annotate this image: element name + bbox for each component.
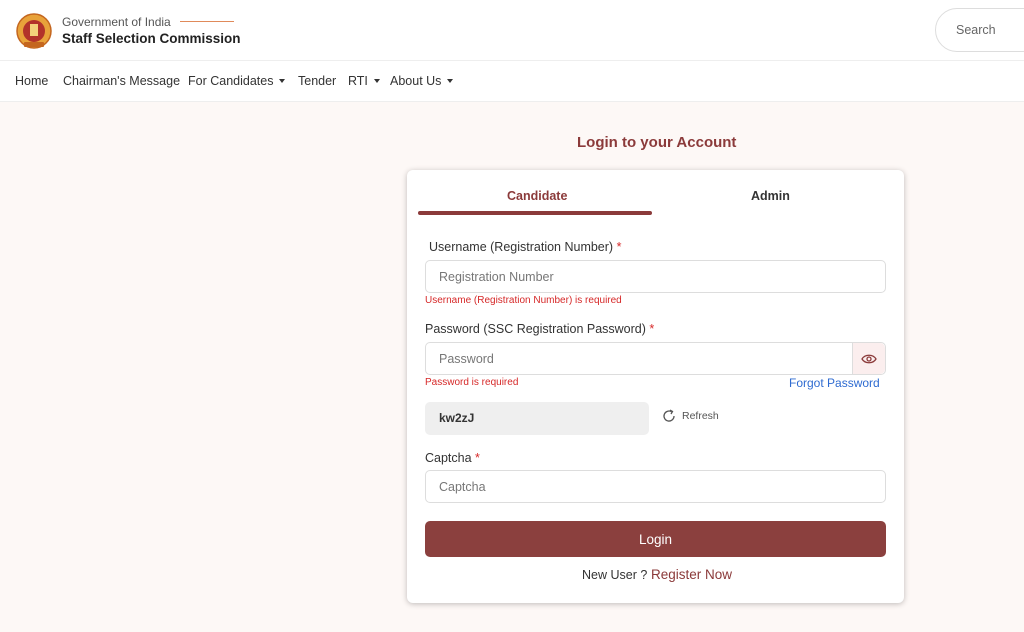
password-field[interactable] [425,342,886,375]
refresh-captcha-button[interactable]: Refresh [662,409,719,423]
required-mark: * [649,322,655,336]
chevron-down-icon [373,78,380,83]
show-password-button[interactable] [852,343,885,374]
org-name: Staff Selection Commission [62,31,241,46]
username-error: Username (Registration Number) is requir… [425,295,622,306]
captcha-code: kw2zJ [439,411,475,425]
username-field[interactable] [425,260,886,293]
nav-tender[interactable]: Tender [298,74,336,88]
captcha-label: Captcha * [425,451,480,465]
new-user-text: New User ? [582,568,648,582]
password-error: Password is required [425,377,519,388]
chevron-down-icon [447,78,454,83]
captcha-label-text: Captcha [425,451,472,465]
refresh-icon [663,409,675,422]
tab-admin[interactable]: Admin [751,189,790,203]
password-label-text: Password (SSC Registration Password) [425,322,646,336]
nav-rti[interactable]: RTI [348,74,380,88]
password-label: Password (SSC Registration Password) * [425,322,654,336]
required-mark: * [616,240,622,254]
nav-about-us[interactable]: About Us [390,74,454,88]
username-label: Username (Registration Number) * [429,240,621,254]
eye-icon [861,354,877,363]
nav-chairman-message[interactable]: Chairman's Message [63,74,180,88]
chevron-down-icon [279,78,286,83]
forgot-password-link[interactable]: Forgot Password [789,376,880,390]
captcha-field[interactable] [425,470,886,503]
tab-candidate[interactable]: Candidate [507,189,567,203]
register-now-link[interactable]: Register Now [651,567,732,582]
header-divider [180,21,234,22]
ssc-emblem-icon [16,13,52,49]
nav-about-us-label: About Us [390,74,442,88]
required-mark: * [475,451,480,465]
username-label-text: Username (Registration Number) [429,240,614,254]
active-tab-indicator [418,211,652,215]
nav-rti-label: RTI [348,74,368,88]
search-placeholder: Search [956,23,996,37]
login-button[interactable]: Login [425,521,886,557]
nav-home[interactable]: Home [15,74,48,88]
gov-label: Government of India [62,15,171,29]
page-title: Login to your Account [577,134,737,151]
refresh-label: Refresh [682,410,719,422]
nav-for-candidates-label: For Candidates [188,74,274,88]
nav-for-candidates[interactable]: For Candidates [188,74,286,88]
